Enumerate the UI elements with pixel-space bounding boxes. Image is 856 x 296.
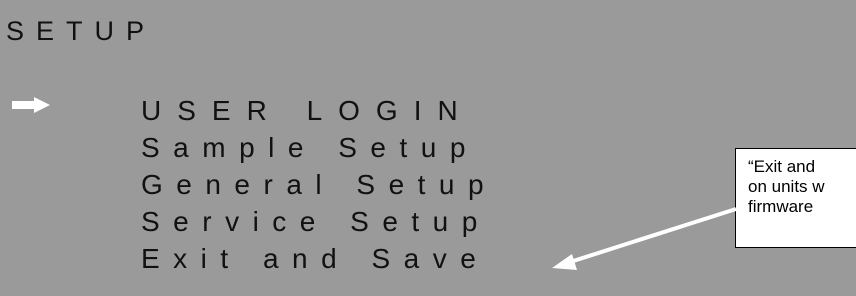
annotation-callout: “Exit and on units w firmware bbox=[735, 148, 856, 248]
menu-item-user-login[interactable]: USER LOGIN bbox=[141, 92, 497, 129]
menu-item-general-setup[interactable]: General Setup bbox=[141, 166, 497, 203]
callout-line: on units w bbox=[748, 177, 825, 196]
menu-item-service-setup[interactable]: Service Setup bbox=[141, 203, 497, 240]
menu-item-exit-and-save[interactable]: Exit and Save bbox=[141, 240, 497, 277]
screen-title: SETUP bbox=[6, 16, 157, 46]
menu-item-sample-setup[interactable]: Sample Setup bbox=[141, 129, 497, 166]
lcd-screen: SETUP USER LOGIN Sample Setup General Se… bbox=[0, 0, 856, 296]
callout-line: firmware bbox=[748, 197, 814, 216]
callout-line: “Exit and bbox=[748, 157, 816, 176]
setup-menu: USER LOGIN Sample Setup General Setup Se… bbox=[141, 92, 497, 277]
selection-pointer-icon bbox=[12, 97, 50, 113]
